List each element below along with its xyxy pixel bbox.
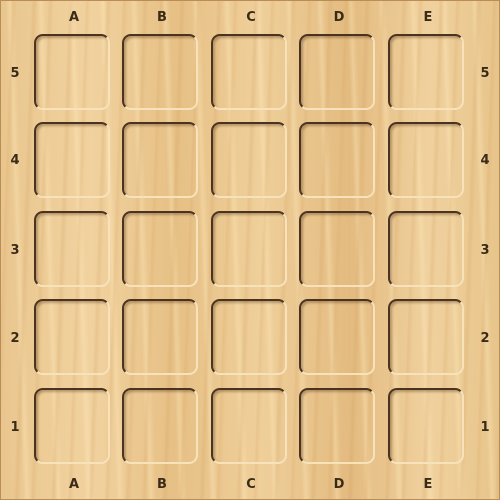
- square-d2[interactable]: [299, 299, 375, 375]
- square-e5[interactable]: [388, 34, 464, 110]
- square-b3[interactable]: [122, 211, 198, 287]
- square-e4[interactable]: [388, 122, 464, 198]
- square-a2[interactable]: [34, 299, 110, 375]
- rank-label-right-5: 5: [480, 66, 490, 81]
- file-label-top-d: D: [333, 10, 345, 25]
- file-label-top-a: A: [68, 10, 80, 25]
- rank-label-right-1: 1: [480, 420, 490, 435]
- rank-label-left-2: 2: [10, 331, 20, 346]
- square-c4[interactable]: [211, 122, 287, 198]
- square-a4[interactable]: [34, 122, 110, 198]
- rank-label-left-5: 5: [10, 66, 20, 81]
- square-e1[interactable]: [388, 388, 464, 464]
- file-label-top-e: E: [423, 10, 433, 25]
- rank-label-left-1: 1: [10, 420, 20, 435]
- square-b2[interactable]: [122, 299, 198, 375]
- rank-label-right-4: 4: [480, 153, 490, 168]
- rank-label-left-4: 4: [10, 153, 20, 168]
- file-label-bottom-b: B: [157, 477, 167, 492]
- rank-label-right-2: 2: [480, 331, 490, 346]
- square-d3[interactable]: [299, 211, 375, 287]
- file-label-top-b: B: [157, 10, 167, 25]
- square-a3[interactable]: [34, 211, 110, 287]
- file-label-bottom-d: D: [333, 477, 345, 492]
- square-c2[interactable]: [211, 299, 287, 375]
- square-d1[interactable]: [299, 388, 375, 464]
- square-b5[interactable]: [122, 34, 198, 110]
- square-c1[interactable]: [211, 388, 287, 464]
- square-c5[interactable]: [211, 34, 287, 110]
- square-b1[interactable]: [122, 388, 198, 464]
- rank-label-left-3: 3: [10, 243, 20, 258]
- square-e2[interactable]: [388, 299, 464, 375]
- square-e3[interactable]: [388, 211, 464, 287]
- rank-label-right-3: 3: [480, 243, 490, 258]
- file-label-bottom-c: C: [246, 477, 256, 492]
- square-d5[interactable]: [299, 34, 375, 110]
- square-d4[interactable]: [299, 122, 375, 198]
- file-label-bottom-e: E: [423, 477, 433, 492]
- file-label-bottom-a: A: [68, 477, 80, 492]
- square-b4[interactable]: [122, 122, 198, 198]
- square-a5[interactable]: [34, 34, 110, 110]
- square-c3[interactable]: [211, 211, 287, 287]
- game-board: A B C D E A B C D E 5 4 3 2 1 5 4 3 2 1: [0, 0, 500, 500]
- file-label-top-c: C: [246, 10, 256, 25]
- square-a1[interactable]: [34, 388, 110, 464]
